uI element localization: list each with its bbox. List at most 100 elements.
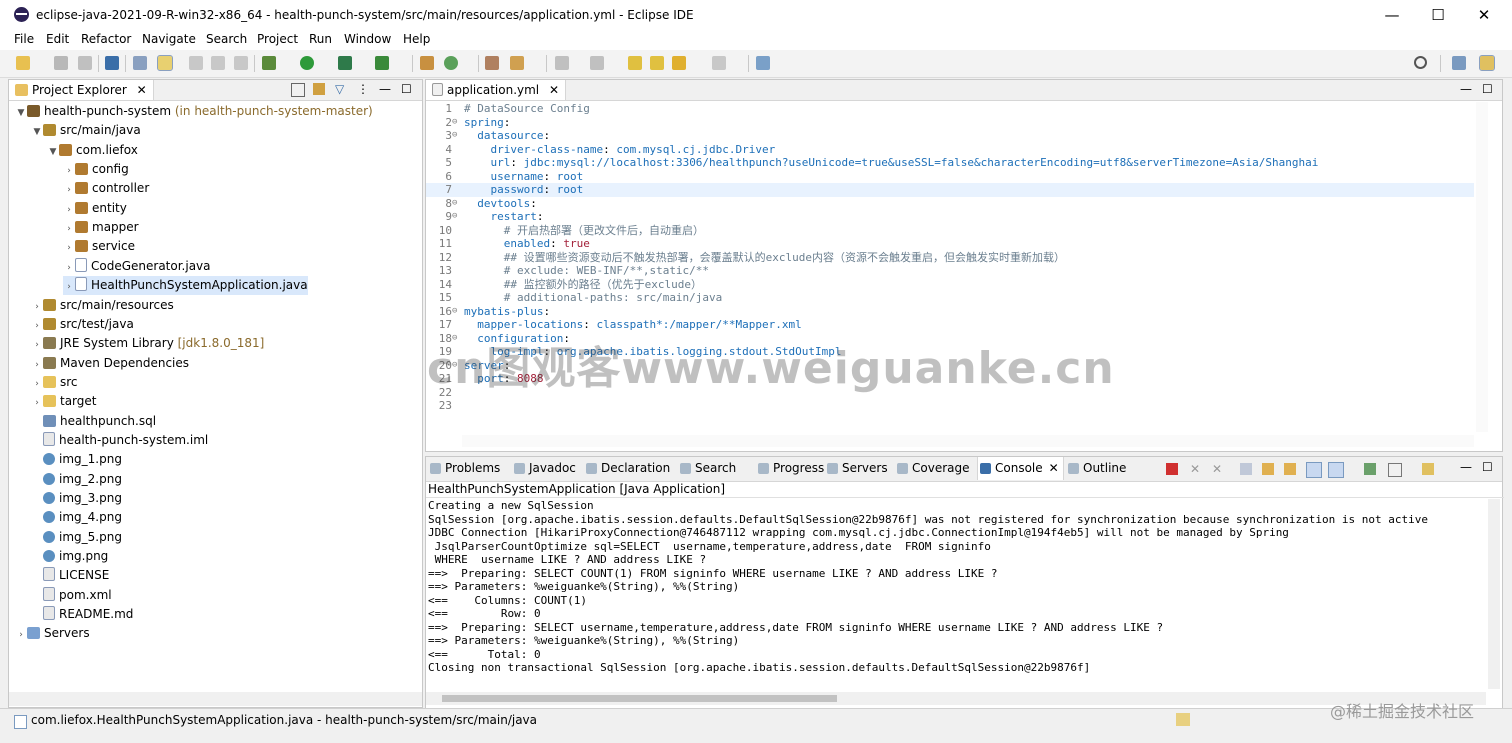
- chevron-down-icon[interactable]: ▼: [31, 123, 43, 142]
- explorer-horizontal-scrollbar[interactable]: [9, 692, 422, 706]
- word-wrap-icon[interactable]: [1284, 463, 1296, 475]
- tab-search[interactable]: Search: [680, 461, 736, 475]
- tree-item[interactable]: README.md: [31, 605, 133, 624]
- next-annotation-icon[interactable]: [555, 56, 569, 70]
- console-output[interactable]: Creating a new SqlSession SqlSession [org…: [426, 499, 1486, 689]
- chevron-down-icon[interactable]: ▼: [15, 104, 27, 123]
- chevron-right-icon[interactable]: ›: [31, 375, 43, 394]
- tree-item[interactable]: › src/main/resources: [31, 296, 174, 315]
- toggle-mark-occurrences-icon[interactable]: [157, 55, 173, 71]
- clear-console-icon[interactable]: [1240, 463, 1252, 475]
- code-line[interactable]: 5 url: jdbc:mysql://localhost:3306/healt…: [426, 156, 1474, 170]
- open-type-icon[interactable]: [485, 56, 499, 70]
- tree-item[interactable]: img_1.png: [31, 450, 122, 469]
- fold-toggle-icon[interactable]: ⊖: [452, 116, 462, 130]
- tab-progress[interactable]: Progress: [758, 461, 824, 475]
- tab-servers[interactable]: Servers: [827, 461, 888, 475]
- code-line[interactable]: 17 mapper-locations: classpath*:/mapper/…: [426, 318, 1474, 332]
- tree-item[interactable]: › src: [31, 373, 77, 394]
- terminate-icon[interactable]: [1166, 463, 1178, 475]
- filter-icon[interactable]: ▽: [335, 82, 344, 96]
- tree-item[interactable]: › src/test/java: [31, 315, 134, 334]
- search-icon[interactable]: [1414, 56, 1427, 69]
- chevron-down-icon[interactable]: ▼: [47, 143, 59, 162]
- maximize-view-icon[interactable]: ☐: [401, 82, 412, 96]
- tab-project-explorer[interactable]: Project Explorer ✕: [9, 80, 154, 100]
- console-scroll-thumb[interactable]: [442, 695, 837, 702]
- code-line[interactable]: 23: [426, 399, 1474, 413]
- menu-search[interactable]: Search: [206, 32, 247, 46]
- tree-item[interactable]: img_4.png: [31, 508, 122, 527]
- code-line[interactable]: 10 # 开启热部署（更改文件后，自动重启）: [426, 224, 1474, 238]
- save-all-icon[interactable]: [78, 56, 92, 70]
- fold-toggle-icon[interactable]: ⊖: [452, 129, 462, 143]
- maximize-button[interactable]: ☐: [1416, 4, 1460, 26]
- chevron-right-icon[interactable]: ›: [63, 201, 75, 220]
- pin-console-icon[interactable]: [1364, 463, 1376, 475]
- progress-icon[interactable]: [1176, 713, 1190, 726]
- maximize-view-icon[interactable]: ☐: [1482, 82, 1493, 96]
- chevron-right-icon[interactable]: ›: [63, 220, 75, 239]
- open-task-icon[interactable]: [510, 56, 524, 70]
- word-wrap-icon[interactable]: [211, 56, 225, 70]
- tab-coverage[interactable]: Coverage: [897, 461, 970, 475]
- code-line[interactable]: 16 ⊖ mybatis-plus:: [426, 305, 1474, 319]
- terminal-icon[interactable]: [105, 56, 119, 70]
- open-perspective-icon[interactable]: [1452, 56, 1466, 70]
- minimize-view-icon[interactable]: —: [1460, 460, 1472, 474]
- scroll-lock-icon[interactable]: [1262, 463, 1274, 475]
- tree-item[interactable]: health-punch-system.iml: [31, 431, 208, 450]
- chevron-right-icon[interactable]: ›: [31, 298, 43, 317]
- code-line[interactable]: 6 username: root: [426, 170, 1474, 184]
- menu-window[interactable]: Window: [344, 32, 391, 46]
- chevron-right-icon[interactable]: ›: [31, 394, 43, 413]
- minimize-view-icon[interactable]: —: [379, 82, 391, 96]
- show-whitespace-icon[interactable]: [234, 56, 248, 70]
- remove-launch-icon[interactable]: ✕: [1190, 462, 1200, 476]
- tree-item[interactable]: LICENSE: [31, 566, 109, 585]
- java-perspective-icon[interactable]: [1479, 55, 1495, 71]
- fold-toggle-icon[interactable]: ⊖: [452, 305, 462, 319]
- console-horizontal-scrollbar[interactable]: [426, 692, 1486, 705]
- editor-vertical-scrollbar[interactable]: [1476, 102, 1488, 432]
- tree-item[interactable]: › Servers: [15, 624, 89, 643]
- new-java-project-icon[interactable]: [420, 56, 434, 70]
- collapse-all-icon[interactable]: [291, 83, 305, 97]
- tab-outline[interactable]: Outline: [1068, 461, 1126, 475]
- code-line[interactable]: 4 driver-class-name: com.mysql.cj.jdbc.D…: [426, 143, 1474, 157]
- editor-horizontal-scrollbar[interactable]: [462, 435, 1474, 447]
- previous-annotation-icon[interactable]: [590, 56, 604, 70]
- remove-all-terminated-icon[interactable]: ✕: [1212, 462, 1222, 476]
- chevron-right-icon[interactable]: ›: [63, 239, 75, 258]
- tab-declaration[interactable]: Declaration: [586, 461, 670, 475]
- fold-toggle-icon[interactable]: ⊖: [452, 210, 462, 224]
- tab-javadoc[interactable]: Javadoc: [514, 461, 576, 475]
- tab-console[interactable]: Console ✕: [977, 457, 1064, 480]
- tree-item[interactable]: › HealthPunchSystemApplication.java: [63, 276, 308, 297]
- chevron-right-icon[interactable]: ›: [63, 162, 75, 181]
- console-vertical-scrollbar[interactable]: [1488, 499, 1500, 689]
- last-edit-location-icon[interactable]: [628, 56, 642, 70]
- minimize-button[interactable]: —: [1370, 4, 1414, 26]
- tree-item[interactable]: healthpunch.sql: [31, 412, 156, 431]
- skip-breakpoints-icon[interactable]: [133, 56, 147, 70]
- code-line[interactable]: 15 # additional-paths: src/main/java: [426, 291, 1474, 305]
- code-line[interactable]: 11 enabled: true: [426, 237, 1474, 251]
- code-line[interactable]: 1 # DataSource Config: [426, 102, 1474, 116]
- display-selected-console-icon[interactable]: [1388, 463, 1402, 477]
- tree-item[interactable]: › config: [63, 160, 129, 179]
- view-menu-icon[interactable]: ⋮: [357, 82, 369, 96]
- tree-item[interactable]: pom.xml: [31, 586, 112, 605]
- chevron-right-icon[interactable]: ›: [31, 317, 43, 336]
- menu-project[interactable]: Project: [257, 32, 298, 46]
- menu-run[interactable]: Run: [309, 32, 332, 46]
- run-icon[interactable]: [300, 56, 314, 70]
- external-tools-icon[interactable]: [375, 56, 389, 70]
- menu-navigate[interactable]: Navigate: [142, 32, 196, 46]
- tree-item[interactable]: img_3.png: [31, 489, 122, 508]
- close-icon[interactable]: ✕: [549, 83, 559, 97]
- chevron-right-icon[interactable]: ›: [63, 278, 75, 297]
- menu-help[interactable]: Help: [403, 32, 430, 46]
- tree-item[interactable]: › controller: [63, 179, 149, 198]
- code-line[interactable]: 14 ## 监控额外的路径（优先于exclude）: [426, 278, 1474, 292]
